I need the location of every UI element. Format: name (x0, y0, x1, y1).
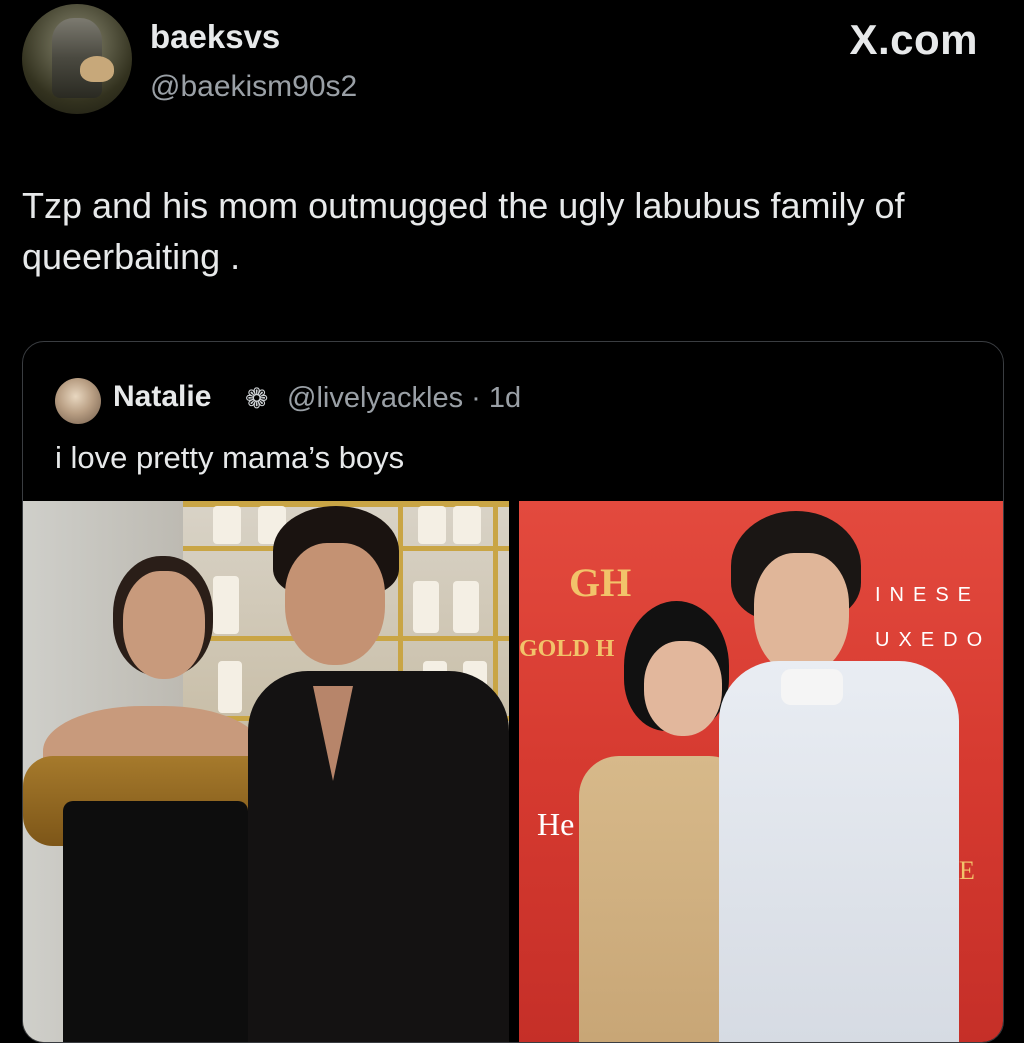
woman-face (123, 571, 205, 679)
candle (453, 506, 481, 544)
man-face (285, 543, 385, 665)
quoted-author-avatar[interactable] (55, 378, 101, 424)
candle (418, 506, 446, 544)
author-display-name[interactable]: baeksvs (150, 18, 280, 56)
candle (213, 506, 241, 544)
photo-right[interactable]: GH GOLD H INESE UXEDO He E (519, 501, 1003, 1042)
candle (413, 581, 439, 633)
man2-face (754, 553, 849, 675)
quoted-post-text: i love pretty mama’s boys (55, 440, 405, 475)
quoted-author-name[interactable]: Natalie (113, 380, 211, 414)
quoted-author-handle-time[interactable]: @livelyackles · 1d (287, 382, 521, 415)
candle (218, 661, 242, 713)
wall-text-e: E (959, 856, 975, 885)
author-handle[interactable]: @baekism90s2 (150, 70, 357, 104)
quoted-post-card[interactable]: Natalie ❁ @livelyackles · 1d i love pret… (22, 341, 1004, 1043)
man-black-shirt (248, 671, 509, 1042)
x-logo: X.com (849, 16, 978, 63)
flower-badge-icon: ❁ (245, 383, 269, 414)
candle (213, 576, 239, 634)
wall-text-uxedo: UXEDO (875, 629, 992, 651)
woman2-face (644, 641, 722, 736)
author-avatar[interactable] (22, 4, 132, 114)
man2-white-suit (719, 661, 959, 1042)
wall-text-he: He (537, 806, 575, 842)
candle (453, 581, 479, 633)
woman-black-dress (63, 801, 248, 1042)
post-text: Tzp and his mom outmugged the ugly labub… (22, 185, 905, 277)
man2-neck-scarf (781, 669, 843, 705)
avatar-cat-figure (80, 56, 114, 82)
gh-logo: GH (569, 560, 632, 605)
wall-text-inese: INESE (875, 584, 981, 606)
gold-house-text: GOLD H (519, 636, 615, 662)
photo-left[interactable] (23, 501, 509, 1042)
